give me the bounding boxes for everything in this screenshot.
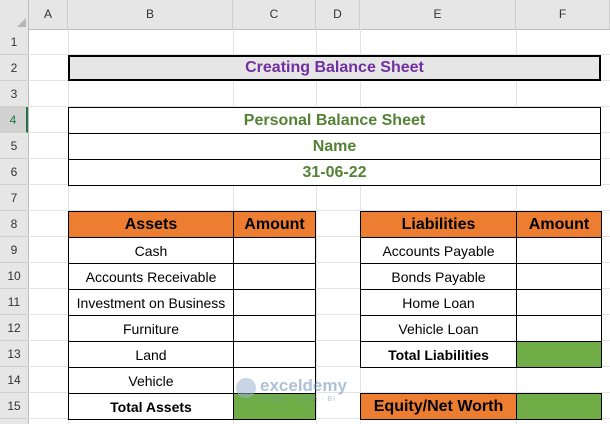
column-header-f[interactable]: F [516,0,610,29]
liability-amount-cell[interactable] [516,289,602,316]
asset-item-accounts-receivable[interactable]: Accounts Receivable [68,263,234,290]
watermark-tagline: EXCEL · DATA · BI [260,396,336,403]
total-liabilities-value[interactable] [516,341,602,368]
liability-amount-cell[interactable] [516,237,602,264]
personal-balance-sheet-heading[interactable]: Personal Balance Sheet [68,107,601,134]
row-header-13[interactable]: 13 [0,341,28,367]
liability-item-bonds-payable[interactable]: Bonds Payable [360,263,517,290]
row-header-11[interactable]: 11 [0,289,28,315]
asset-item-investment[interactable]: Investment on Business [68,289,234,316]
total-liabilities-label[interactable]: Total Liabilities [360,341,517,368]
watermark-name: exceldemy [260,376,347,395]
row-header-3[interactable]: 3 [0,81,28,107]
row-header-10[interactable]: 10 [0,263,28,289]
asset-amount-cell[interactable] [233,237,316,264]
assets-header[interactable]: Assets [68,211,234,238]
column-header-e[interactable]: E [360,0,516,29]
asset-amount-cell[interactable] [233,289,316,316]
liabilities-header[interactable]: Liabilities [360,211,517,238]
personal-date-cell[interactable]: 31-06-22 [68,159,601,186]
row-header-bar: 1 2 3 4 5 6 7 8 9 10 11 12 13 14 15 [0,29,29,424]
row-header-7[interactable]: 7 [0,185,28,211]
asset-amount-cell[interactable] [233,263,316,290]
asset-item-furniture[interactable]: Furniture [68,315,234,342]
equity-net-worth-value[interactable] [516,393,602,420]
column-header-bar: A B C D E F [0,0,610,30]
row-header-5[interactable]: 5 [0,133,28,159]
liability-amount-cell[interactable] [516,263,602,290]
asset-item-cash[interactable]: Cash [68,237,234,264]
row-header-12[interactable]: 12 [0,315,28,341]
liability-item-vehicle-loan[interactable]: Vehicle Loan [360,315,517,342]
select-all-corner[interactable] [0,0,29,29]
select-all-icon [17,18,26,27]
total-assets-label[interactable]: Total Assets [68,393,234,420]
asset-item-vehicle[interactable]: Vehicle [68,367,234,394]
liability-amount-cell[interactable] [516,315,602,342]
row-header-6[interactable]: 6 [0,159,28,185]
column-header-b[interactable]: B [68,0,233,29]
personal-name-cell[interactable]: Name [68,133,601,160]
exceldemy-watermark: exceldemy EXCEL · DATA · BI [236,376,386,412]
row-header-1[interactable]: 1 [0,29,28,55]
column-header-d[interactable]: D [316,0,360,29]
row-header-9[interactable]: 9 [0,237,28,263]
liability-item-home-loan[interactable]: Home Loan [360,289,517,316]
asset-amount-cell[interactable] [233,315,316,342]
assets-amount-header[interactable]: Amount [233,211,316,238]
liability-item-accounts-payable[interactable]: Accounts Payable [360,237,517,264]
exceldemy-logo-icon [236,378,256,398]
gridline [316,29,317,424]
column-header-c[interactable]: C [233,0,316,29]
row-header-8[interactable]: 8 [0,211,28,237]
row-header-14[interactable]: 14 [0,367,28,393]
asset-item-land[interactable]: Land [68,341,234,368]
row-header-2[interactable]: 2 [0,55,28,81]
row-header-15[interactable]: 15 [0,393,28,419]
sheet-title[interactable]: Creating Balance Sheet [68,55,601,81]
liabilities-amount-header[interactable]: Amount [516,211,602,238]
row-header-4[interactable]: 4 [0,107,28,133]
column-header-a[interactable]: A [29,0,68,29]
asset-amount-cell[interactable] [233,341,316,368]
